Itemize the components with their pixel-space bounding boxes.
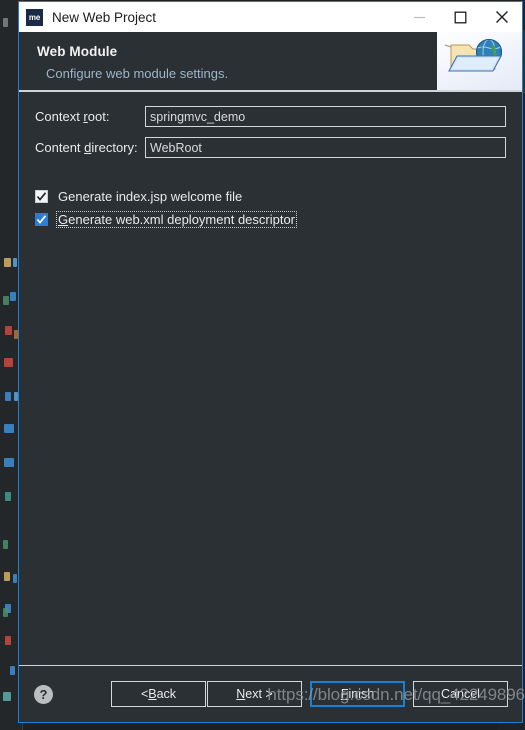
dialog-header: Web Module Configure web module settings… <box>19 32 522 92</box>
generate-index-jsp-label: Generate index.jsp welcome file <box>58 188 243 204</box>
dialog-title: New Web Project <box>52 9 157 25</box>
code-fleck <box>13 574 17 583</box>
content-directory-input[interactable] <box>145 137 506 158</box>
wizard-button-group: < Back Next > Finish Cancel <box>111 681 508 707</box>
close-button[interactable] <box>481 2 522 32</box>
dialog-footer: ? < Back Next > Finish Cancel <box>19 666 522 722</box>
checkmark-icon <box>35 189 48 203</box>
context-root-input[interactable] <box>145 106 506 127</box>
generation-options-group: Generate index.jsp welcome file Generate… <box>35 186 506 229</box>
back-button[interactable]: < Back <box>111 681 206 707</box>
code-fleck <box>3 540 8 549</box>
content-directory-row: Content directory: <box>35 137 506 158</box>
dialog-titlebar[interactable]: me New Web Project <box>19 2 522 32</box>
code-fleck <box>13 258 17 267</box>
generate-index-jsp-checkbox[interactable]: Generate index.jsp welcome file <box>35 186 506 206</box>
finish-button[interactable]: Finish <box>310 681 405 707</box>
code-fleck <box>10 292 16 301</box>
next-button[interactable]: Next > <box>207 681 302 707</box>
code-fleck <box>5 392 11 401</box>
new-web-project-dialog: me New Web Project Web Module Configure … <box>18 1 523 723</box>
window-controls <box>399 2 522 32</box>
generate-web-xml-checkbox[interactable]: Generate web.xml deployment descriptor <box>35 209 506 229</box>
generate-web-xml-label: Generate web.xml deployment descriptor <box>56 210 298 228</box>
code-fleck <box>3 692 11 701</box>
content-directory-label: Content directory: <box>35 140 138 155</box>
context-root-label: Context root: <box>35 109 110 124</box>
maximize-button[interactable] <box>440 2 481 32</box>
code-fleck <box>3 296 9 305</box>
code-fleck <box>3 18 8 27</box>
svg-text:?: ? <box>40 687 48 702</box>
code-fleck <box>10 666 15 675</box>
checkmark-icon <box>35 212 48 226</box>
code-fleck <box>3 608 8 617</box>
minimize-button[interactable] <box>399 2 440 32</box>
dialog-body: Context root: Content directory: Generat… <box>19 92 522 665</box>
help-icon[interactable]: ? <box>33 684 54 705</box>
code-fleck <box>4 458 14 467</box>
code-fleck <box>5 636 11 645</box>
code-fleck <box>5 326 12 335</box>
code-fleck <box>4 572 10 581</box>
code-fleck <box>5 492 11 501</box>
code-fleck <box>4 258 11 267</box>
context-root-row: Context root: <box>35 106 506 127</box>
myeclipse-app-icon: me <box>26 8 43 26</box>
cancel-button[interactable]: Cancel <box>413 681 508 707</box>
code-fleck <box>4 358 13 367</box>
code-fleck <box>4 424 14 433</box>
web-folder-globe-icon <box>437 32 522 92</box>
